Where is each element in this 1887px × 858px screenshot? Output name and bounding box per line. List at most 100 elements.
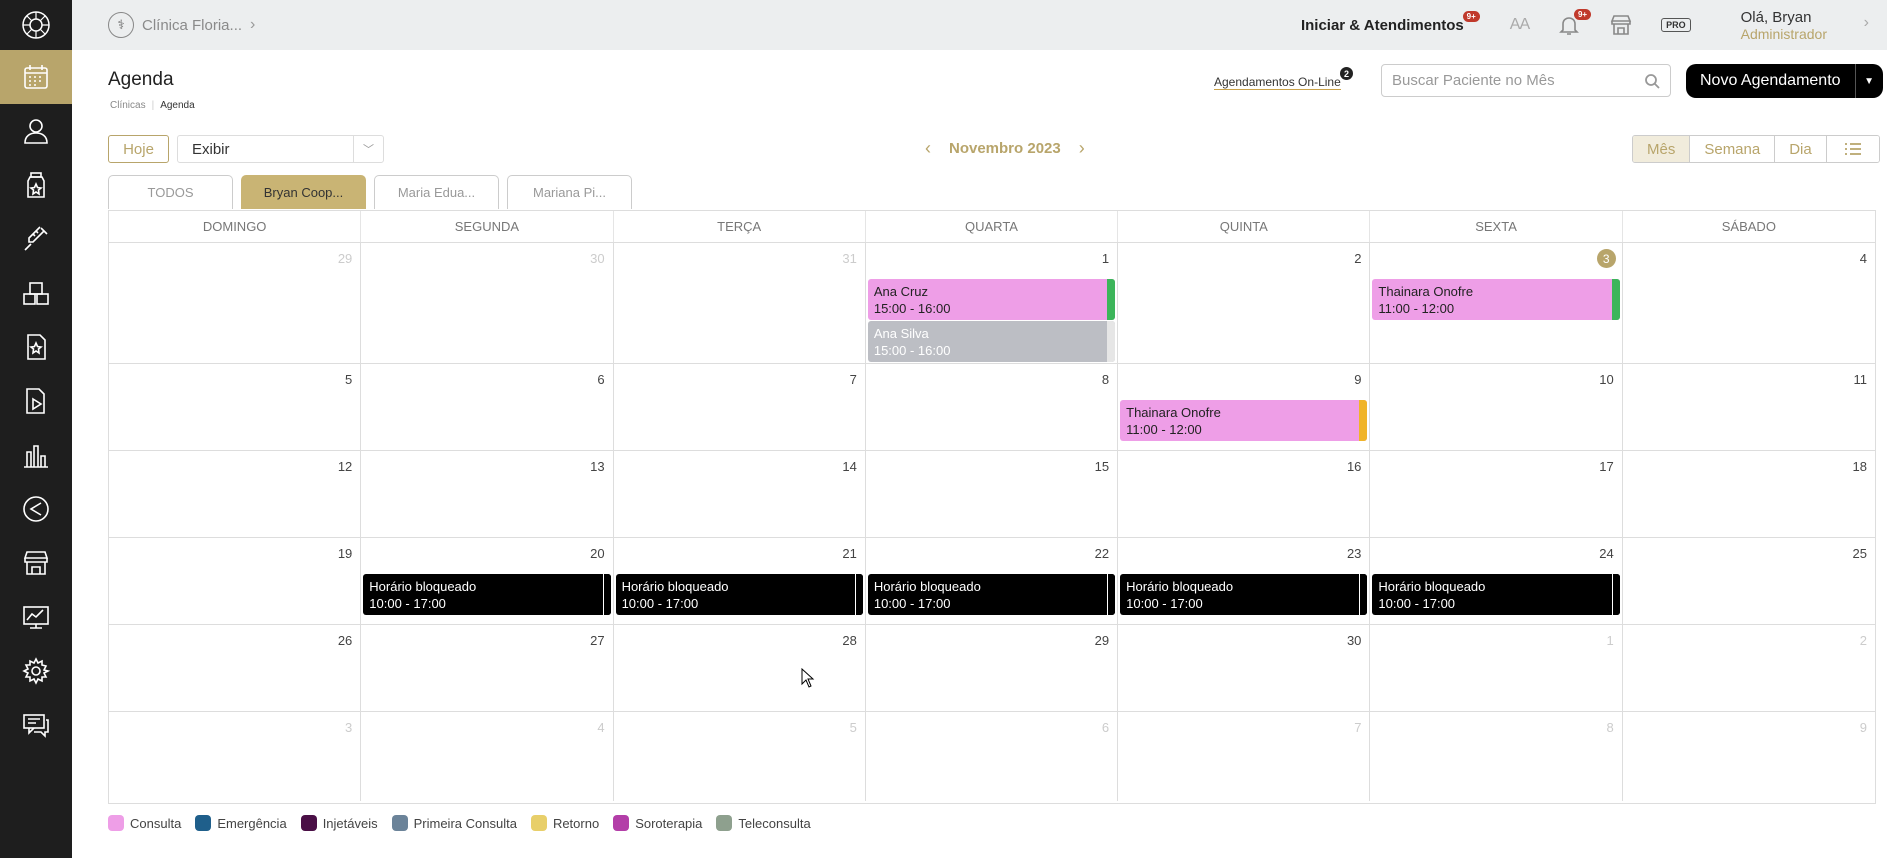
sidebar-item-patients[interactable]	[0, 104, 72, 158]
calendar-day-cell[interactable]: 6	[361, 364, 614, 450]
appointment-event[interactable]: Horário bloqueado 10:00 - 17:00	[1372, 574, 1620, 615]
calendar-day-cell[interactable]: 7	[1118, 712, 1371, 801]
calendar-day-cell[interactable]: 7	[614, 364, 866, 450]
back-arrow-icon	[23, 496, 49, 522]
sidebar-item-messages[interactable]	[0, 698, 72, 752]
calendar-day-cell[interactable]: 15	[866, 451, 1119, 537]
calendar-day-cell[interactable]: 11	[1623, 364, 1875, 450]
appointment-event[interactable]: Thainara Onofre 11:00 - 12:00	[1372, 279, 1620, 320]
chevron-right-icon[interactable]: ›	[1864, 14, 1869, 32]
legend-label: Injetáveis	[322, 815, 378, 831]
calendar-day-cell[interactable]: 3 Thainara Onofre 11:00 - 12:00	[1370, 243, 1623, 363]
sidebar-item-finance[interactable]	[0, 428, 72, 482]
pro-button[interactable]: PRO	[1661, 18, 1691, 32]
calendar-day-cell[interactable]: 14	[614, 451, 866, 537]
sidebar-item-stock[interactable]	[0, 266, 72, 320]
calendar-day-cell[interactable]: 22 Horário bloqueado 10:00 - 17:00	[866, 538, 1119, 624]
novo-agendamento-button[interactable]: Novo Agendamento	[1686, 64, 1855, 98]
calendar-day-cell[interactable]: 29	[866, 625, 1119, 711]
tab-todos[interactable]: TODOS	[108, 175, 233, 209]
next-month-button[interactable]: ›	[1079, 138, 1085, 159]
iniciar-atendimentos-link[interactable]: Iniciar & Atendimentos 9+	[1301, 10, 1480, 34]
prev-month-button[interactable]: ‹	[925, 138, 931, 159]
calendar-day-cell[interactable]: 13	[361, 451, 614, 537]
calendar-day-cell[interactable]: 27	[361, 625, 614, 711]
calendar-day-cell[interactable]: 4	[361, 712, 614, 801]
search-icon[interactable]	[1644, 73, 1660, 89]
tab-maria[interactable]: Maria Edua...	[374, 175, 499, 209]
calendar-day-cell[interactable]: 10	[1370, 364, 1623, 450]
app-logo[interactable]	[0, 0, 72, 50]
appointment-event[interactable]: Horário bloqueado 10:00 - 17:00	[867, 574, 1116, 615]
exibir-select[interactable]: Exibir ﹀	[177, 135, 384, 163]
calendar-day-cell[interactable]: 5	[109, 364, 362, 450]
search-input[interactable]	[1392, 72, 1644, 89]
appointment-event[interactable]: Horário bloqueado 10:00 - 17:00	[363, 574, 611, 615]
appointment-event[interactable]: Horário bloqueado 10:00 - 17:00	[1120, 574, 1368, 615]
view-week-button[interactable]: Semana	[1690, 136, 1776, 162]
appointment-event[interactable]: Horário bloqueado 10:00 - 17:00	[615, 574, 863, 615]
notifications-button[interactable]: 9+	[1557, 9, 1592, 37]
user-menu[interactable]: Olá, Bryan Administrador	[1741, 9, 1827, 42]
novo-agendamento-dropdown[interactable]: ▼	[1854, 64, 1883, 98]
view-day-button[interactable]: Dia	[1775, 136, 1827, 162]
calendar-day-cell[interactable]: 9 Thainara Onofre 11:00 - 12:00	[1118, 364, 1371, 450]
calendar-day-cell[interactable]: 2	[1118, 243, 1371, 363]
calendar-day-cell[interactable]: 28	[614, 625, 866, 711]
calendar-day-cell[interactable]: 26	[109, 625, 362, 711]
calendar-day-cell[interactable]: 17	[1370, 451, 1623, 537]
calendar-day-cell[interactable]: 30	[361, 243, 614, 363]
calendar-day-cell[interactable]: 18	[1623, 451, 1875, 537]
view-list-button[interactable]	[1826, 136, 1879, 162]
exibir-label: Exibir	[192, 140, 230, 158]
calendar-day-cell[interactable]: 23 Horário bloqueado 10:00 - 17:00	[1118, 538, 1371, 624]
sidebar-item-store[interactable]	[0, 536, 72, 590]
calendar-day-cell[interactable]: 16	[1118, 451, 1371, 537]
calendar-day-cell[interactable]: 1 Ana Cruz 15:00 - 16:00 Ana Silva 15:00 - 1…	[866, 243, 1119, 363]
appointment-event[interactable]: Thainara Onofre 11:00 - 12:00	[1120, 400, 1368, 441]
calendar-day-cell[interactable]: 8	[1370, 712, 1623, 801]
tab-mariana[interactable]: Mariana Pi...	[507, 175, 632, 209]
agendamentos-online-link[interactable]: Agendamentos On-Line	[1214, 75, 1341, 90]
sidebar-item-procedures[interactable]	[0, 212, 72, 266]
appointment-event[interactable]: Ana Cruz 15:00 - 16:00	[867, 279, 1116, 320]
calendar-day-cell[interactable]: 6	[866, 712, 1119, 801]
legend-label: Teleconsulta	[738, 815, 811, 831]
legend-label: Primeira Consulta	[413, 815, 517, 831]
calendar-day-cell[interactable]: 12	[109, 451, 362, 537]
calendar-day-cell[interactable]: 8	[866, 364, 1119, 450]
event-status-strip	[1107, 574, 1116, 615]
calendar-day-cell[interactable]: 2	[1623, 625, 1875, 711]
calendar-day-cell[interactable]: 9	[1623, 712, 1875, 801]
sidebar-item-documents[interactable]	[0, 320, 72, 374]
breadcrumb-item-clinicas[interactable]: Clínicas	[110, 100, 146, 111]
calendar-day-cell[interactable]: 21 Horário bloqueado 10:00 - 17:00	[614, 538, 866, 624]
hoje-button[interactable]: Hoje	[108, 135, 169, 163]
appointment-event[interactable]: Ana Silva 15:00 - 16:00	[867, 321, 1116, 362]
calendar-day-cell[interactable]: 31	[614, 243, 866, 363]
legend-item: Injetáveis	[300, 815, 378, 831]
calendar-day-cell[interactable]: 1	[1370, 625, 1623, 711]
calendar-day-cell[interactable]: 4	[1623, 243, 1875, 363]
calendar-day-cell[interactable]: 5	[614, 712, 866, 801]
sidebar-item-reports[interactable]	[0, 374, 72, 428]
clinic-selector[interactable]: ⚕ Clínica Floria... ›	[108, 12, 255, 38]
breadcrumb: Clínicas | Agenda	[110, 100, 195, 111]
view-month-button[interactable]: Mês	[1633, 136, 1691, 162]
calendar-day-cell[interactable]: 3	[109, 712, 362, 801]
calendar-day-cell[interactable]: 19	[109, 538, 362, 624]
calendar-day-cell[interactable]: 25	[1623, 538, 1875, 624]
sidebar-item-analytics[interactable]	[0, 590, 72, 644]
calendar-day-cell[interactable]: 20 Horário bloqueado 10:00 - 17:00	[361, 538, 614, 624]
font-size-button[interactable]: AA	[1510, 16, 1530, 34]
calendar-day-cell[interactable]: 29	[109, 243, 362, 363]
sidebar-item-settings[interactable]	[0, 644, 72, 698]
calendar-day-cell[interactable]: 30	[1118, 625, 1371, 711]
store-button[interactable]	[1609, 13, 1633, 37]
calendar-day-cell[interactable]: 24 Horário bloqueado 10:00 - 17:00	[1370, 538, 1623, 624]
sidebar-item-agenda[interactable]	[0, 50, 72, 104]
sidebar-item-medicine[interactable]	[0, 158, 72, 212]
sidebar-item-return[interactable]	[0, 482, 72, 536]
day-number: 29	[1094, 633, 1110, 648]
tab-bryan[interactable]: Bryan Coop...	[241, 175, 366, 209]
